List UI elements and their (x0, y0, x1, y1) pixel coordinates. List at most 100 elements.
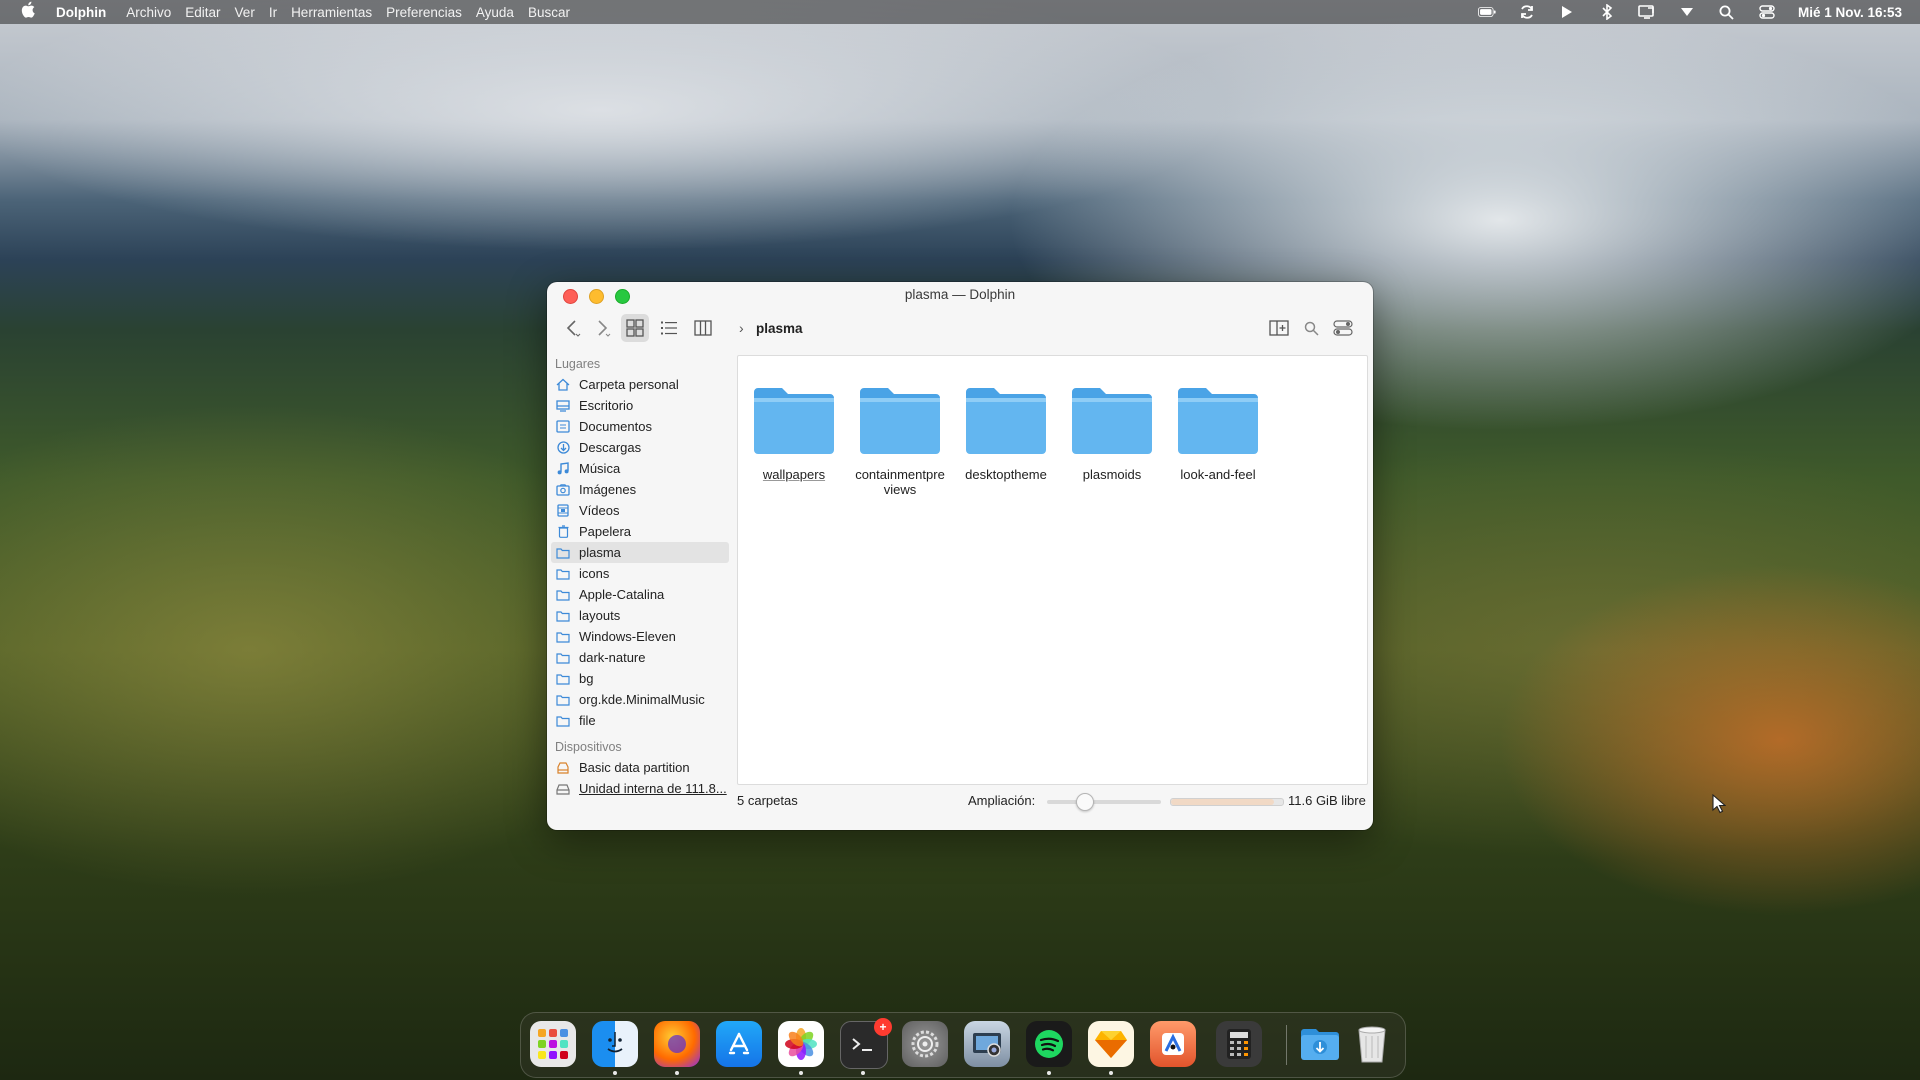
downloads-folder-icon[interactable] (1297, 1021, 1343, 1067)
apple-menu-icon[interactable] (0, 1, 56, 23)
places-panel: Lugares Carpeta personal Escritorio Docu… (547, 354, 733, 808)
folder-icon (556, 651, 570, 664)
file-view[interactable]: wallpapers containmentpre views desktopt… (737, 355, 1368, 785)
control-center-icon[interactable] (1758, 5, 1776, 19)
menu-ver[interactable]: Ver (235, 5, 255, 20)
display-icon[interactable] (1638, 5, 1656, 19)
spotify-icon[interactable] (1026, 1021, 1072, 1067)
menu-app-name[interactable]: Dolphin (56, 5, 106, 20)
finder-icon[interactable] (592, 1021, 638, 1067)
grid-view-icon (626, 319, 644, 337)
firefox-icon[interactable] (654, 1021, 700, 1067)
details-view-button[interactable] (655, 314, 683, 342)
photos-icon[interactable] (778, 1021, 824, 1067)
folder-icon (556, 693, 570, 706)
videos-icon (556, 504, 570, 517)
folder-item-plasmoids[interactable]: plasmoids (1062, 384, 1162, 482)
breadcrumb[interactable]: plasma (756, 321, 803, 336)
sidebar-item-descargas[interactable]: Descargas (551, 437, 729, 458)
sidebar-item-label: layouts (579, 608, 621, 623)
search-icon[interactable] (1718, 5, 1736, 20)
icons-view-button[interactable] (621, 314, 649, 342)
sidebar-item-label: Carpeta personal (579, 377, 679, 392)
sidebar-item-windows-eleven[interactable]: Windows-Eleven (551, 626, 729, 647)
title-bar[interactable]: plasma — Dolphin (547, 282, 1373, 308)
sidebar-item-escritorio[interactable]: Escritorio (551, 395, 729, 416)
menu-herramientas[interactable]: Herramientas (291, 5, 372, 20)
columns-view-button[interactable] (689, 314, 717, 342)
sidebar-item-layouts[interactable]: layouts (551, 605, 729, 626)
sidebar-item-documentos[interactable]: Documentos (551, 416, 729, 437)
sidebar-item-basic-data-partition[interactable]: Basic data partition (551, 757, 729, 778)
calculator-icon[interactable] (1216, 1021, 1262, 1067)
item-count: 5 carpetas (737, 793, 798, 808)
sidebar-item-musica[interactable]: Música (551, 458, 729, 479)
menu-preferencias[interactable]: Preferencias (386, 5, 462, 20)
status-bar: 5 carpetas Ampliación: 11.6 GiB libre (737, 789, 1371, 811)
sidebar-item-videos[interactable]: Vídeos (551, 500, 729, 521)
folder-icon (860, 388, 940, 454)
bluetooth-icon[interactable] (1598, 4, 1616, 20)
folder-item-containmentpreviews[interactable]: containmentpre views (850, 384, 950, 497)
folder-item-desktoptheme[interactable]: desktoptheme (956, 384, 1056, 482)
desktop-icon (556, 399, 570, 412)
search-button[interactable] (1297, 314, 1325, 342)
sidebar-item-bg[interactable]: bg (551, 668, 729, 689)
terminal-icon[interactable]: + (840, 1018, 892, 1069)
trash-icon[interactable] (1349, 1021, 1395, 1067)
menu-clock[interactable]: Mié 1 Nov. 16:53 (1798, 5, 1902, 20)
forward-button[interactable] (589, 314, 617, 342)
menu-ir[interactable]: Ir (269, 5, 277, 20)
zoom-slider[interactable] (1047, 793, 1161, 811)
vpn-tool-icon[interactable] (1150, 1021, 1196, 1067)
system-settings-icon[interactable] (902, 1021, 948, 1067)
sidebar-item-apple-catalina[interactable]: Apple-Catalina (551, 584, 729, 605)
running-indicator (613, 1071, 617, 1075)
menu-archivo[interactable]: Archivo (126, 5, 171, 20)
sidebar-item-label: Basic data partition (579, 760, 690, 775)
sidebar-item-internal-drive[interactable]: Unidad interna de 111.8... (551, 778, 729, 799)
folder-label: desktoptheme (965, 467, 1047, 482)
play-icon[interactable] (1558, 5, 1576, 19)
folder-item-look-and-feel[interactable]: look-and-feel (1168, 384, 1268, 482)
sidebar-item-label: Apple-Catalina (579, 587, 665, 602)
sidebar-item-label: org.kde.MinimalMusic (579, 692, 705, 707)
sidebar-item-plasma[interactable]: plasma (551, 542, 729, 563)
window-title: plasma — Dolphin (904, 287, 1016, 302)
folder-icon (556, 588, 570, 601)
sidebar-item-papelera[interactable]: Papelera (551, 521, 729, 542)
running-indicator (675, 1071, 679, 1075)
running-indicator (1109, 1071, 1113, 1075)
launchpad-icon[interactable] (530, 1021, 576, 1067)
sidebar-item-org-kde-minimalmusic[interactable]: org.kde.MinimalMusic (551, 689, 729, 710)
breadcrumb-chevron-icon: › (739, 320, 744, 336)
folder-label: look-and-feel (1180, 467, 1256, 482)
menu-buscar[interactable]: Buscar (528, 5, 570, 20)
folder-label: containmentpre views (855, 467, 945, 497)
folder-icon (556, 609, 570, 622)
screenshot-icon[interactable] (964, 1021, 1010, 1067)
split-view-button[interactable] (1265, 314, 1293, 342)
split-view-icon (1269, 320, 1289, 336)
sidebar-item-icons[interactable]: icons (551, 563, 729, 584)
zoom-slider-handle[interactable] (1076, 793, 1094, 811)
downloads-icon (556, 441, 570, 454)
sidebar-item-file[interactable]: file (551, 710, 729, 731)
sync-icon[interactable] (1518, 5, 1536, 19)
menu-editar[interactable]: Editar (185, 5, 220, 20)
mouse-pointer-icon (1712, 793, 1727, 819)
sidebar-item-label: bg (579, 671, 594, 686)
app-store-icon[interactable] (716, 1021, 762, 1067)
sketch-icon[interactable] (1088, 1021, 1134, 1067)
back-button[interactable] (559, 314, 587, 342)
folder-icon (966, 388, 1046, 454)
folder-item-wallpapers[interactable]: wallpapers (744, 384, 844, 482)
sidebar-item-carpeta-personal[interactable]: Carpeta personal (551, 374, 729, 395)
free-space-bar (1170, 798, 1284, 806)
hamburger-menu-button[interactable] (1329, 314, 1357, 342)
battery-icon[interactable] (1477, 5, 1496, 19)
sidebar-item-dark-nature[interactable]: dark-nature (551, 647, 729, 668)
wifi-dropdown-icon[interactable] (1678, 5, 1696, 19)
sidebar-item-imagenes[interactable]: Imágenes (551, 479, 729, 500)
menu-ayuda[interactable]: Ayuda (476, 5, 514, 20)
